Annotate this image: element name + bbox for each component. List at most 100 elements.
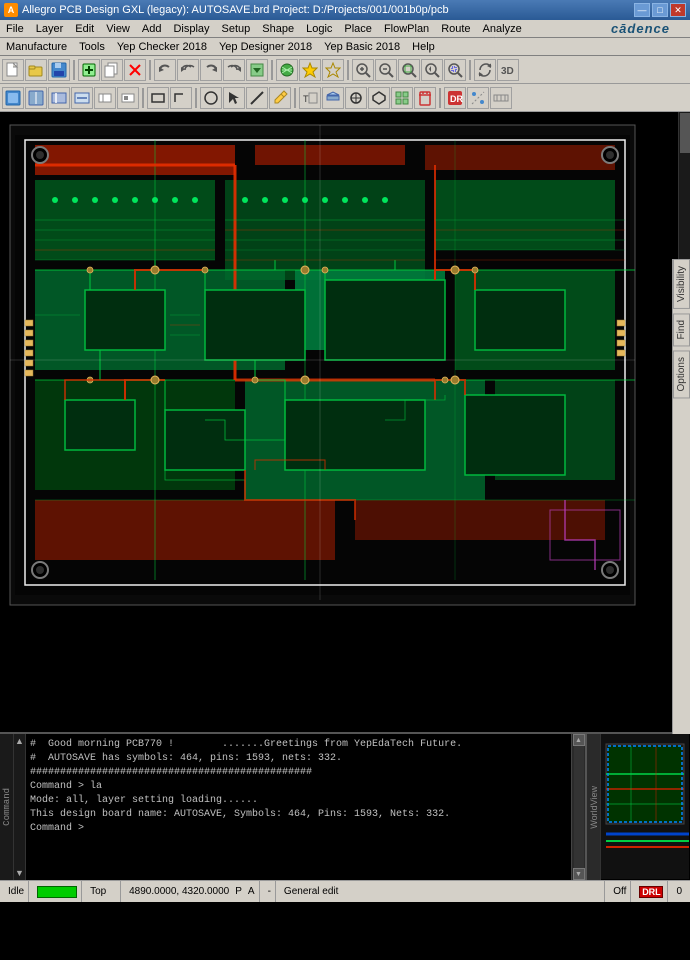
window-title: Allegro PCB Design GXL (legacy): AUTOSAV… — [22, 4, 449, 16]
line-button[interactable] — [246, 87, 268, 109]
worldview-content[interactable] — [601, 734, 690, 880]
maximize-button[interactable]: □ — [652, 3, 668, 17]
console-line-1: # Good morning PCB770 ! .......Greetings… — [30, 738, 567, 752]
menu-yep-basic[interactable]: Yep Basic 2018 — [318, 38, 406, 55]
menu-help[interactable]: Help — [406, 38, 441, 55]
redo2-button[interactable] — [223, 59, 245, 81]
snap2-button[interactable] — [25, 87, 47, 109]
zoom-area-button[interactable] — [444, 59, 466, 81]
console-scrollbar[interactable]: ▲ ▼ — [571, 734, 585, 880]
drc-icon-button[interactable]: DRC — [444, 87, 466, 109]
menu-yep-checker[interactable]: Yep Checker 2018 — [111, 38, 213, 55]
snap6-button[interactable] — [117, 87, 139, 109]
menu-file[interactable]: File — [0, 20, 30, 37]
zoom-fit-button[interactable] — [398, 59, 420, 81]
layer-label: Top — [90, 886, 106, 897]
menu-analyze[interactable]: Analyze — [477, 20, 528, 37]
menu-layer[interactable]: Layer — [30, 20, 70, 37]
visibility-tab[interactable]: Visibility — [673, 259, 690, 309]
icon1-button[interactable]: T — [299, 87, 321, 109]
status-layer[interactable]: Top — [86, 881, 121, 902]
menu-add[interactable]: Add — [136, 20, 168, 37]
toolbar-1: 3D — [0, 56, 690, 84]
coord-values: 4890.0000, 4320.0000 — [129, 886, 229, 897]
icon2-button[interactable] — [322, 87, 344, 109]
drl-indicator: DRL — [639, 886, 663, 898]
menu-setup[interactable]: Setup — [216, 20, 257, 37]
menu-yep-designer[interactable]: Yep Designer 2018 — [213, 38, 318, 55]
zoom-out-button[interactable] — [375, 59, 397, 81]
icon4-button[interactable] — [368, 87, 390, 109]
menu-place[interactable]: Place — [338, 20, 378, 37]
options-tab[interactable]: Options — [673, 350, 690, 398]
delete2-button[interactable] — [414, 87, 436, 109]
shape-rect-button[interactable] — [147, 87, 169, 109]
add-connect-button[interactable] — [78, 59, 100, 81]
refresh-button[interactable] — [474, 59, 496, 81]
save-button[interactable] — [48, 59, 70, 81]
content-area: Visibility Find Options — [0, 112, 690, 732]
3d-button[interactable]: 3D — [497, 59, 519, 81]
drl-text: DRL — [642, 887, 661, 897]
menu-view[interactable]: View — [100, 20, 136, 37]
console-line-7: Command > — [30, 822, 567, 836]
worldview-svg — [601, 734, 689, 879]
menu-bar-1: File Layer Edit View Add Display Setup S… — [0, 20, 690, 38]
close-button[interactable]: ✕ — [670, 3, 686, 17]
status-count: 0 — [676, 886, 682, 897]
menu-logic[interactable]: Logic — [300, 20, 338, 37]
pencil-button[interactable] — [269, 87, 291, 109]
copy-button[interactable] — [101, 59, 123, 81]
menu-route[interactable]: Route — [435, 20, 476, 37]
icon3-button[interactable] — [345, 87, 367, 109]
zoom-in-button[interactable] — [352, 59, 374, 81]
console-line-6: This design board name: AUTOSAVE, Symbol… — [30, 808, 567, 822]
worldview-panel: WorldView — [585, 734, 690, 880]
redo-button[interactable] — [200, 59, 222, 81]
console-scroll-down[interactable]: ▼ — [573, 868, 585, 880]
shape-corner-button[interactable] — [170, 87, 192, 109]
icon5-button[interactable] — [391, 87, 413, 109]
find-tab[interactable]: Find — [673, 313, 690, 346]
worldview-label: WorldView — [587, 734, 601, 880]
menu-flowplan[interactable]: FlowPlan — [378, 20, 435, 37]
console-text[interactable]: # Good morning PCB770 ! .......Greetings… — [26, 734, 571, 880]
rule1-button[interactable] — [467, 87, 489, 109]
undo2-button[interactable] — [177, 59, 199, 81]
rat-button[interactable] — [276, 59, 298, 81]
console-line-2: # AUTOSAVE has symbols: 464, pins: 1593,… — [30, 752, 567, 766]
status-dash: - — [264, 881, 276, 902]
off-label: Off — [613, 886, 626, 897]
snap5-button[interactable] — [94, 87, 116, 109]
open-button[interactable] — [25, 59, 47, 81]
pointer-button[interactable] — [223, 87, 245, 109]
snap1-button[interactable] — [2, 87, 24, 109]
undo-button[interactable] — [154, 59, 176, 81]
console-line-4: Command > la — [30, 780, 567, 794]
circle-button[interactable] — [200, 87, 222, 109]
menu-shape[interactable]: Shape — [256, 20, 300, 37]
rule2-button[interactable] — [490, 87, 512, 109]
menu-edit[interactable]: Edit — [69, 20, 100, 37]
scroll-up-arrow[interactable]: ▲ — [15, 734, 24, 748]
menu-display[interactable]: Display — [167, 20, 215, 37]
dehighlight-button[interactable] — [322, 59, 344, 81]
snap4-button[interactable] — [71, 87, 93, 109]
snap3-button[interactable] — [48, 87, 70, 109]
pcb-canvas[interactable] — [0, 112, 690, 732]
scrollbar-thumb[interactable] — [680, 113, 690, 153]
console-scroll-up[interactable]: ▲ — [573, 734, 585, 746]
scroll-down-button[interactable] — [246, 59, 268, 81]
zoom-prev-button[interactable] — [421, 59, 443, 81]
toolbar2-sep-3 — [294, 88, 296, 108]
delete-button[interactable] — [124, 59, 146, 81]
status-bar: Idle Top 4890.0000, 4320.0000 P A - Gene… — [0, 880, 690, 902]
toolbar2-sep-4 — [439, 88, 441, 108]
menu-tools[interactable]: Tools — [73, 38, 111, 55]
menu-manufacture[interactable]: Manufacture — [0, 38, 73, 55]
toolbar2-sep-2 — [195, 88, 197, 108]
new-button[interactable] — [2, 59, 24, 81]
minimize-button[interactable]: — — [634, 3, 650, 17]
scroll-down-arrow[interactable]: ▼ — [15, 866, 24, 880]
highlight-button[interactable] — [299, 59, 321, 81]
